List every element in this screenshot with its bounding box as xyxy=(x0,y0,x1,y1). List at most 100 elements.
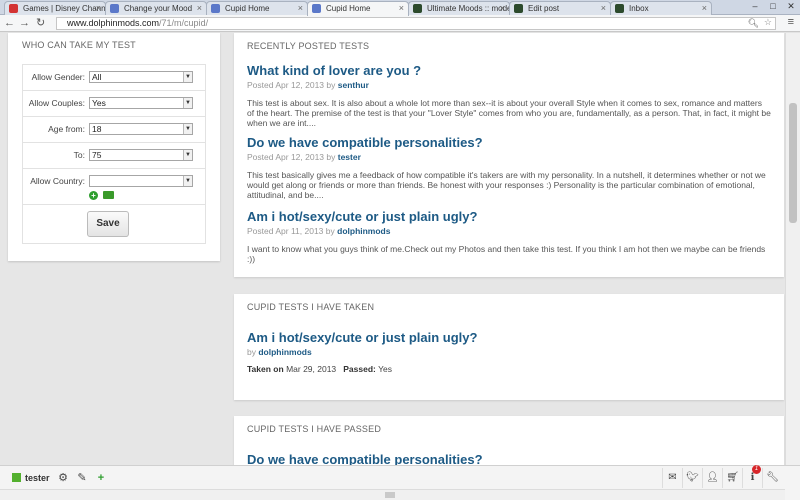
add-country-icon[interactable]: + xyxy=(89,191,98,200)
minimize-icon[interactable]: – xyxy=(746,0,764,12)
test-title-link[interactable]: What kind of lover are you ? xyxy=(247,63,771,78)
twitter-icon[interactable]: 🐦︎ xyxy=(682,468,702,488)
test-title-link[interactable]: Do we have compatible personalities? xyxy=(247,452,771,465)
close-tab-icon[interactable]: × xyxy=(702,2,707,15)
form-row-gender: Allow Gender: All ▼ xyxy=(23,65,205,91)
browser-tab[interactable]: Games | Disney Channel × xyxy=(4,1,106,15)
test-item: Am i hot/sexy/cute or just plain ugly? P… xyxy=(247,209,771,264)
tab-title: Games | Disney Channel xyxy=(23,4,106,13)
folder-icon[interactable] xyxy=(103,191,114,199)
recent-tests-card: RECENTLY POSTED TESTS What kind of lover… xyxy=(234,33,784,277)
gear-icon[interactable]: ⚙ xyxy=(54,468,72,488)
test-item: Do we have compatible personalities? Pos… xyxy=(247,135,771,200)
gender-select[interactable]: All ▼ xyxy=(89,71,193,83)
age-from-label: Age from: xyxy=(48,124,85,134)
taken-item: Am i hot/sexy/cute or just plain ugly? b… xyxy=(247,330,771,357)
country-label: Allow Country: xyxy=(30,176,85,186)
gender-value: All xyxy=(92,72,102,82)
tests-taken-card: CUPID TESTS I HAVE TAKEN Am i hot/sexy/c… xyxy=(234,294,784,400)
passed-label: Passed: xyxy=(343,364,376,374)
posted-date: Posted Apr 12, 2013 by xyxy=(247,80,336,90)
info-icon[interactable]: ℹ1 xyxy=(742,465,762,488)
age-from-value: 18 xyxy=(92,124,102,134)
mail-icon[interactable]: ✉ xyxy=(662,468,682,488)
browser-tab[interactable]: Change your Mood × xyxy=(105,1,207,15)
passed-value: Yes xyxy=(378,364,392,374)
form-row-age-to: To: 75 ▼ xyxy=(23,143,205,169)
browser-tab-active[interactable]: Cupid Home × xyxy=(307,1,409,16)
test-title-link[interactable]: Do we have compatible personalities? xyxy=(247,135,771,150)
cart-icon[interactable]: 🛒︎ xyxy=(722,468,742,488)
test-title-link[interactable]: Am i hot/sexy/cute or just plain ugly? xyxy=(247,209,771,224)
age-to-label: To: xyxy=(73,150,85,160)
test-title-link[interactable]: Am i hot/sexy/cute or just plain ugly? xyxy=(247,330,771,345)
close-tab-icon[interactable]: × xyxy=(500,2,505,15)
test-description: I want to know what you guys think of me… xyxy=(247,244,766,264)
close-tab-icon[interactable]: × xyxy=(96,2,101,15)
dropdown-arrow-icon: ▼ xyxy=(183,176,192,186)
browser-tab-strip: Games | Disney Channel × Change your Moo… xyxy=(0,0,800,16)
test-description: This test is about sex. It is also about… xyxy=(247,98,771,128)
test-meta: by dolphinmods xyxy=(247,347,771,357)
close-tab-icon[interactable]: × xyxy=(601,2,606,15)
couples-value: Yes xyxy=(92,98,106,108)
couples-label: Allow Couples: xyxy=(28,98,85,108)
test-settings-form: Allow Gender: All ▼ Allow Couples: Yes ▼ A… xyxy=(22,64,206,244)
browser-tab[interactable]: Cupid Home × xyxy=(206,1,308,15)
zoom-icon[interactable]: 🔍︎ xyxy=(748,18,759,29)
test-meta: Posted Apr 12, 2013 by tester xyxy=(247,152,771,162)
age-to-select[interactable]: 75 ▼ xyxy=(89,149,193,161)
tab-favicon-icon xyxy=(211,4,220,13)
forward-icon[interactable]: → xyxy=(19,16,30,31)
edit-icon[interactable]: ✎ xyxy=(73,468,91,488)
country-select[interactable]: ▼ xyxy=(89,175,193,187)
window-close-icon[interactable]: ✕ xyxy=(782,0,800,12)
browser-tab[interactable]: Edit post × xyxy=(509,1,611,15)
test-item: What kind of lover are you ? Posted Apr … xyxy=(247,63,771,128)
author-link[interactable]: dolphinmods xyxy=(258,347,311,357)
vertical-scrollbar[interactable] xyxy=(785,33,800,465)
close-tab-icon[interactable]: × xyxy=(298,2,303,15)
browser-tab[interactable]: Inbox × xyxy=(610,1,712,15)
test-settings-panel: WHO CAN TAKE MY TEST Allow Gender: All ▼ … xyxy=(8,33,220,261)
reload-icon[interactable]: ↻ xyxy=(36,16,45,31)
url-host: www.dolphinmods.com xyxy=(67,18,160,28)
user-menu[interactable]: tester xyxy=(8,468,50,488)
close-tab-icon[interactable]: × xyxy=(399,2,404,15)
posted-date: Posted Apr 11, 2013 by xyxy=(247,226,335,236)
window-controls: – □ ✕ xyxy=(746,0,800,12)
tests-passed-heading: CUPID TESTS I HAVE PASSED xyxy=(247,424,382,434)
tab-favicon-icon xyxy=(312,4,321,13)
menu-icon[interactable]: ≡ xyxy=(788,16,794,28)
form-row-save: Save xyxy=(23,205,205,243)
scrollbar-thumb[interactable] xyxy=(789,103,797,223)
passed-item: Do we have compatible personalities? by … xyxy=(247,452,771,465)
browser-tab[interactable]: Ultimate Moods :: mode × xyxy=(408,1,510,15)
dropdown-arrow-icon: ▼ xyxy=(183,124,192,134)
save-button[interactable]: Save xyxy=(87,211,129,237)
wrench-icon[interactable]: 🔧︎ xyxy=(762,468,782,488)
author-link[interactable]: tester xyxy=(338,152,361,162)
age-from-select[interactable]: 18 ▼ xyxy=(89,123,193,135)
tab-favicon-icon xyxy=(9,4,18,13)
scrollbar-thumb[interactable] xyxy=(385,492,395,498)
dropdown-arrow-icon: ▼ xyxy=(183,150,192,160)
author-link[interactable]: senthur xyxy=(338,80,369,90)
user-icon[interactable]: 👤︎ xyxy=(702,468,722,488)
age-to-value: 75 xyxy=(92,150,102,160)
bookmark-star-icon[interactable]: ☆ xyxy=(764,17,772,28)
posted-date: Posted Apr 12, 2013 by xyxy=(247,152,336,162)
author-link[interactable]: dolphinmods xyxy=(337,226,390,236)
couples-select[interactable]: Yes ▼ xyxy=(89,97,193,109)
tab-title: Change your Mood xyxy=(124,4,193,13)
maximize-icon[interactable]: □ xyxy=(764,0,782,12)
add-icon[interactable]: + xyxy=(92,468,110,488)
address-bar[interactable]: www.dolphinmods.com/71/m/cupid/ 🔍︎ ☆ xyxy=(56,17,776,30)
close-tab-icon[interactable]: × xyxy=(197,2,202,15)
dropdown-arrow-icon: ▼ xyxy=(183,72,192,82)
horizontal-scrollbar[interactable] xyxy=(0,489,785,500)
tab-title: Inbox xyxy=(629,4,649,13)
form-row-country: Allow Country: ▼ + xyxy=(23,169,205,205)
test-meta: Posted Apr 12, 2013 by senthur xyxy=(247,80,771,90)
back-icon[interactable]: ← xyxy=(4,16,15,31)
